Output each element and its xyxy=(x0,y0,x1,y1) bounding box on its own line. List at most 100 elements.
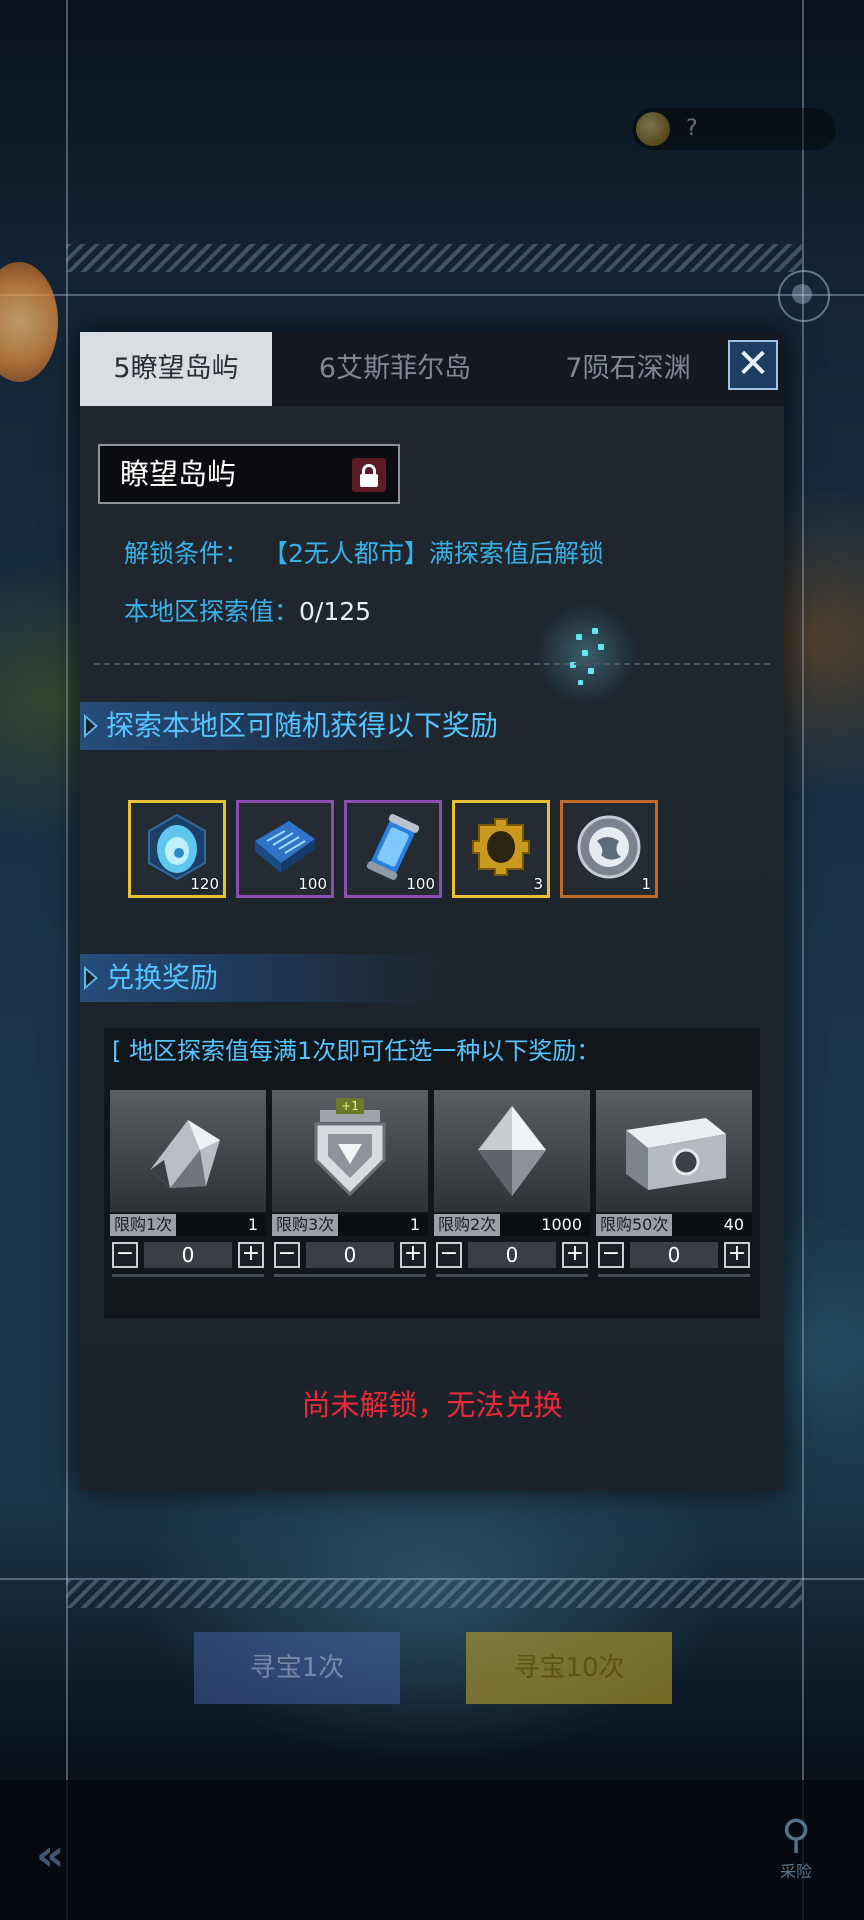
reward-qty: 100 xyxy=(406,875,435,893)
exchange-header: 兑换奖励 xyxy=(80,954,440,1002)
exchange-box: [ 地区探索值每满1次即可任选一种以下奖励： 限购1次 1 − 0 + +1 限… xyxy=(104,1028,760,1318)
exchange-card-image[interactable] xyxy=(110,1090,266,1212)
guide-line xyxy=(66,0,68,1920)
gear-puzzle-icon xyxy=(472,818,530,876)
unlock-label: 解锁条件： xyxy=(124,539,250,568)
purchase-limit: 限购2次 xyxy=(434,1214,501,1236)
globe-medal-icon xyxy=(577,815,641,879)
decrease-button[interactable]: − xyxy=(436,1242,462,1268)
increase-button[interactable]: + xyxy=(400,1242,426,1268)
card-underline xyxy=(112,1274,264,1277)
bonus-badge: +1 xyxy=(336,1098,364,1114)
exchange-card: 限购2次 1000 − 0 + xyxy=(434,1090,590,1298)
card-underline xyxy=(436,1274,588,1277)
card-underline xyxy=(274,1274,426,1277)
reward-qty: 120 xyxy=(190,875,219,893)
exchange-cost: 1 xyxy=(247,1215,258,1234)
increase-button[interactable]: + xyxy=(238,1242,264,1268)
region-tabs: 5瞭望岛屿 6艾斯菲尔岛 7陨石深渊 ✕ xyxy=(80,332,784,406)
exchange-card-image[interactable] xyxy=(596,1090,752,1212)
purchase-limit: 限购3次 xyxy=(272,1214,339,1236)
limit-row: 限购2次 1000 xyxy=(434,1214,590,1236)
hatch-strip xyxy=(66,1580,802,1608)
exchange-card: 限购50次 40 − 0 + xyxy=(596,1090,752,1298)
guide-line xyxy=(0,294,864,296)
limit-row: 限购1次 1 xyxy=(110,1214,266,1236)
reward-qty: 1 xyxy=(641,875,651,893)
shard-crystal-icon xyxy=(150,1120,220,1188)
random-rewards-header: 探索本地区可随机获得以下奖励 xyxy=(80,702,498,750)
quantity-stepper: − 0 + xyxy=(110,1242,266,1272)
divider xyxy=(94,663,770,665)
exchange-card: +1 限购3次 1 − 0 + xyxy=(272,1090,428,1298)
reward-item[interactable]: 120 xyxy=(128,800,226,898)
diamond-crystal-icon xyxy=(478,1106,546,1196)
decrease-button[interactable]: − xyxy=(112,1242,138,1268)
region-reward-dialog: 5瞭望岛屿 6艾斯菲尔岛 7陨石深渊 ✕ 瞭望岛屿 解锁条件： 【2无人都市】满探… xyxy=(80,332,784,1490)
reward-item[interactable]: 3 xyxy=(452,800,550,898)
map-pin-icon: ⚲ 采险 xyxy=(772,1812,820,1884)
close-button[interactable]: ✕ xyxy=(728,340,778,390)
currency-value: ? xyxy=(686,116,698,141)
tab-region-7[interactable]: 7陨石深渊 xyxy=(520,332,736,406)
quantity-stepper: − 0 + xyxy=(434,1242,590,1272)
blue-crystal-egg-icon xyxy=(148,813,206,881)
quantity-stepper: − 0 + xyxy=(596,1242,752,1272)
exchange-cost: 1000 xyxy=(541,1215,582,1234)
increase-button[interactable]: + xyxy=(562,1242,588,1268)
reward-item[interactable]: 1 xyxy=(560,800,658,898)
search-once-button: 寻宝1次 xyxy=(194,1632,400,1704)
search-ten-button: 寻宝10次 xyxy=(466,1632,672,1704)
triangle-icon xyxy=(84,966,98,990)
quantity-stepper: − 0 + xyxy=(272,1242,428,1272)
unlock-condition: 解锁条件： 【2无人都市】满探索值后解锁 xyxy=(124,534,604,570)
limit-row: 限购3次 1 xyxy=(272,1214,428,1236)
unlock-value: 【2无人都市】满探索值后解锁 xyxy=(263,539,604,568)
explore-progress: 本地区探索值：0/125 xyxy=(124,592,371,628)
quantity-value: 0 xyxy=(306,1242,394,1268)
quantity-value: 0 xyxy=(144,1242,232,1268)
purchase-limit: 限购1次 xyxy=(110,1214,177,1236)
quantity-value: 0 xyxy=(630,1242,718,1268)
purchase-limit: 限购50次 xyxy=(596,1214,673,1236)
random-rewards-title: 探索本地区可随机获得以下奖励 xyxy=(106,709,499,742)
card-underline xyxy=(598,1274,750,1277)
limit-row: 限购50次 40 xyxy=(596,1214,752,1236)
explore-value: 0/125 xyxy=(299,597,372,626)
hatch-strip xyxy=(66,244,802,272)
locked-status-message: 尚未解锁，无法兑换 xyxy=(301,1388,563,1422)
quantity-value: 0 xyxy=(468,1242,556,1268)
decrease-button[interactable]: − xyxy=(274,1242,300,1268)
increase-button[interactable]: + xyxy=(724,1242,750,1268)
circuit-chip-icon xyxy=(255,821,315,873)
exchange-title: 兑换奖励 xyxy=(106,961,219,994)
tab-region-5[interactable]: 5瞭望岛屿 xyxy=(80,332,272,406)
back-arrows-icon: « xyxy=(36,1830,65,1881)
reward-qty: 3 xyxy=(533,875,543,893)
exchange-card: 限购1次 1 − 0 + xyxy=(110,1090,266,1298)
region-name-box: 瞭望岛屿 xyxy=(98,444,400,504)
currency-display: ? xyxy=(632,108,836,150)
bottom-bar xyxy=(0,1780,864,1920)
exchange-cost: 40 xyxy=(723,1215,744,1234)
coin-icon xyxy=(636,112,670,146)
explore-orb-icon xyxy=(536,604,636,704)
map-label: 采险 xyxy=(779,1862,812,1881)
reward-item[interactable]: 100 xyxy=(344,800,442,898)
explore-label: 本地区探索值： xyxy=(124,597,300,626)
exchange-card-image[interactable]: +1 xyxy=(272,1090,428,1212)
exchange-subtitle: [ 地区探索值每满1次即可任选一种以下奖励： xyxy=(112,1037,601,1065)
tab-region-6[interactable]: 6艾斯菲尔岛 xyxy=(280,332,510,406)
decrease-button[interactable]: − xyxy=(598,1242,624,1268)
exchange-card-image[interactable] xyxy=(434,1090,590,1212)
reward-item[interactable]: 100 xyxy=(236,800,334,898)
lock-icon xyxy=(352,458,386,492)
region-name: 瞭望岛屿 xyxy=(120,457,237,491)
supply-chest-icon xyxy=(626,1118,726,1190)
energy-canister-icon xyxy=(366,814,420,880)
close-icon: ✕ xyxy=(736,341,770,387)
triangle-icon xyxy=(84,714,98,738)
reward-qty: 100 xyxy=(298,875,327,893)
crosshair-icon xyxy=(778,270,830,322)
exchange-cost: 1 xyxy=(409,1215,420,1234)
